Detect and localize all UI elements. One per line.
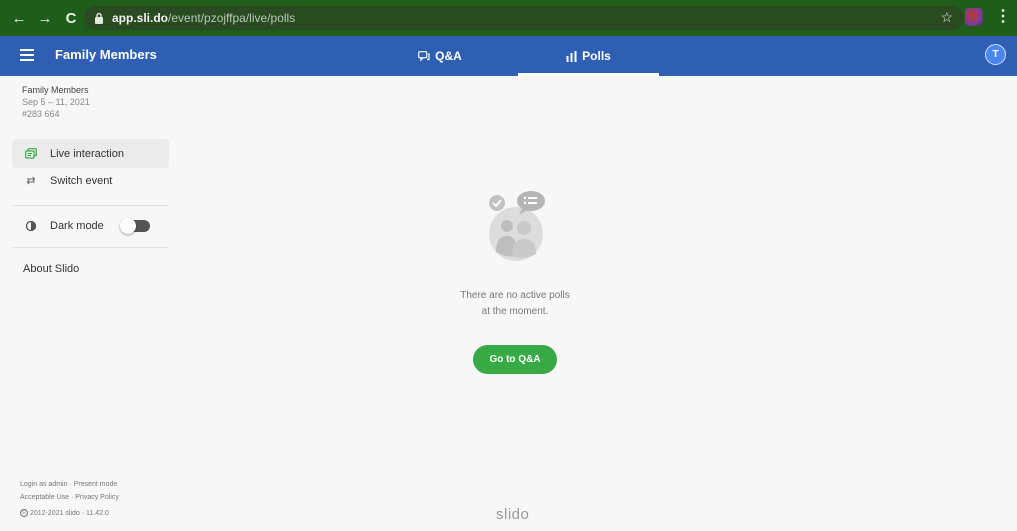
avatar[interactable]: T: [985, 44, 1006, 65]
url-path: /event/pzojffpa/live/polls: [168, 11, 296, 25]
about-slido-link[interactable]: About Slido: [23, 263, 79, 275]
sidebar-item-dark-mode[interactable]: Dark mode: [12, 211, 169, 240]
url-domain: app.sli.do: [112, 11, 169, 25]
divider: [12, 205, 169, 206]
bookmark-star-icon[interactable]: ☆: [940, 9, 953, 26]
tab-polls[interactable]: Polls: [518, 36, 659, 76]
extension-icon[interactable]: [965, 8, 983, 26]
copyright-icon: ©: [20, 509, 28, 518]
sidebar-footer: Login as admin · Present mode Acceptable…: [20, 478, 119, 520]
copyright-text: 2012-2021 slido · 11.42.0: [30, 510, 109, 517]
reload-icon[interactable]: C: [60, 10, 82, 27]
slido-logo: slido: [496, 506, 530, 523]
sidebar-item-label: Live interaction: [50, 147, 124, 160]
back-arrow-icon[interactable]: ←: [8, 10, 30, 27]
empty-line-1: There are no active polls: [460, 290, 570, 301]
sidebar-event-name: Family Members: [22, 85, 89, 95]
event-info: Family Members Sep 5 – 11, 2021 #283 664: [22, 84, 90, 120]
app-header: Family Members Q&A Polls T: [0, 36, 1017, 76]
sidebar-item-label: Switch event: [50, 174, 113, 187]
no-polls-illustration: [489, 191, 545, 261]
sidebar: Family Members Sep 5 – 11, 2021 #283 664…: [0, 76, 180, 531]
privacy-policy-link[interactable]: Privacy Policy: [75, 494, 119, 501]
acceptable-use-link[interactable]: Acceptable Use: [20, 494, 69, 501]
dark-mode-toggle[interactable]: [119, 217, 150, 234]
tab-qa[interactable]: Q&A: [370, 36, 510, 76]
contrast-icon: [25, 220, 37, 231]
divider: [12, 247, 169, 248]
empty-line-2: at the moment.: [481, 306, 549, 317]
chat-bubbles-icon: [418, 50, 430, 61]
browser-menu-icon[interactable]: ⋮: [995, 9, 1011, 25]
sidebar-item-switch-event[interactable]: ⇄ Switch event: [12, 166, 169, 195]
event-code: #283 664: [22, 109, 60, 119]
go-to-qa-button[interactable]: Go to Q&A: [473, 345, 557, 374]
sidebar-item-label: Dark mode: [50, 219, 104, 232]
login-admin-link[interactable]: Login as admin: [20, 481, 67, 488]
sidebar-item-live-interaction[interactable]: Live interaction: [12, 139, 169, 168]
tab-polls-label: Polls: [582, 49, 611, 63]
hamburger-menu-icon[interactable]: [20, 49, 34, 61]
present-mode-link[interactable]: Present mode: [74, 481, 118, 488]
address-bar[interactable]: app.sli.do/event/pzojffpa/live/polls: [84, 6, 964, 30]
forward-arrow-icon[interactable]: →: [34, 10, 56, 27]
tab-qa-label: Q&A: [435, 49, 462, 63]
event-title: Family Members: [55, 47, 157, 62]
toggle-knob: [119, 217, 136, 234]
empty-state-message: There are no active polls at the moment.: [400, 288, 630, 320]
event-dates: Sep 5 – 11, 2021: [22, 97, 90, 107]
browser-toolbar: ← → C app.sli.do/event/pzojffpa/live/pol…: [0, 0, 1017, 36]
switch-arrows-icon: ⇄: [26, 175, 36, 187]
bar-chart-icon: [566, 50, 577, 62]
lock-icon: [95, 12, 103, 24]
live-interaction-icon: [25, 147, 37, 159]
